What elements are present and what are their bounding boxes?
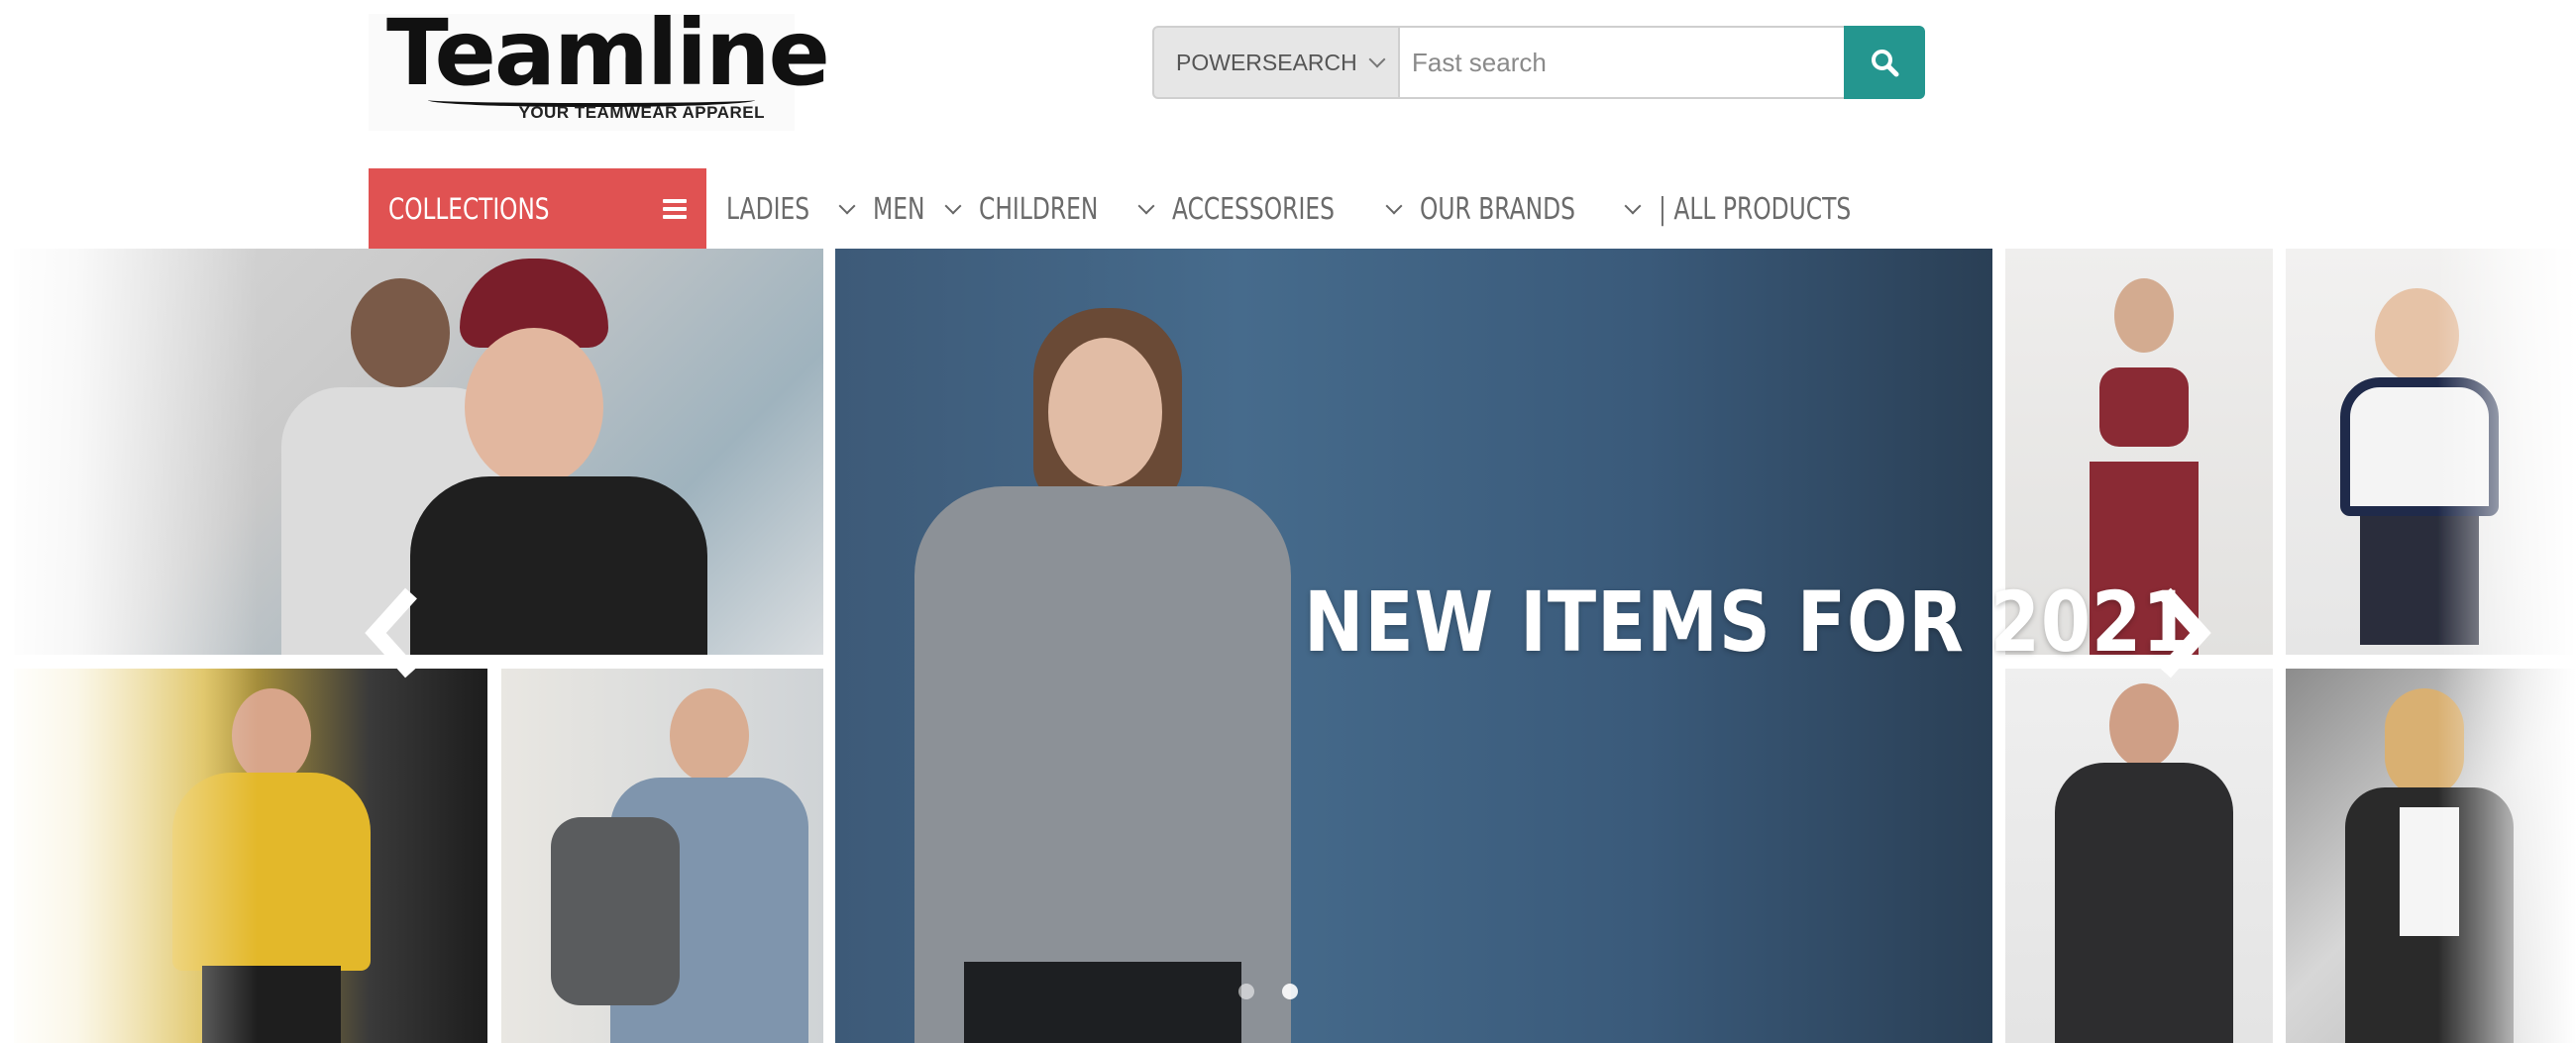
nav-item-children[interactable]: CHILDREN [979, 191, 1155, 227]
hamburger-icon [663, 199, 687, 219]
nav-item-all-products[interactable]: | ALL PRODUCTS [1659, 192, 1905, 227]
search-icon [1872, 50, 1899, 77]
chevron-down-icon [1137, 197, 1155, 215]
search-input[interactable] [1400, 26, 1844, 99]
chevron-down-icon [1624, 197, 1642, 215]
fade-overlay-left [0, 249, 258, 1043]
figure-trousers [964, 962, 1241, 1043]
figure-head [351, 278, 450, 387]
nav-menu: LADIES MEN CHILDREN ACCESSORIES OUR BRAN… [726, 192, 1925, 227]
chevron-left-icon [365, 587, 417, 678]
main-nav: COLLECTIONS LADIES MEN CHILDREN ACCESSOR… [369, 168, 1925, 250]
nav-item-label: OUR BRANDS [1419, 191, 1575, 227]
figure-jacket [2055, 763, 2233, 1043]
search-bar: POWERSEARCH [1152, 26, 1925, 99]
chevron-down-icon [1368, 51, 1386, 68]
slider-dot[interactable] [1238, 984, 1254, 999]
powersearch-dropdown[interactable]: POWERSEARCH [1152, 26, 1400, 99]
slider-next-button[interactable] [2148, 583, 2217, 682]
figure-head [465, 328, 603, 486]
nav-item-label: LADIES [726, 191, 810, 227]
nav-item-label: ACCESSORIES [1171, 191, 1335, 227]
slider-dot-active[interactable] [1282, 984, 1298, 999]
nav-item-our-brands[interactable]: OUR BRANDS [1419, 191, 1642, 227]
nav-item-label: | ALL PRODUCTS [1659, 191, 1852, 227]
logo-wordmark: Teamline [386, 0, 830, 106]
nav-item-label: MEN [872, 191, 925, 227]
chevron-right-icon [2159, 587, 2211, 678]
figure-head [670, 688, 749, 782]
collections-label: COLLECTIONS [388, 192, 550, 226]
chevron-down-icon [838, 197, 856, 215]
figure-head [1048, 338, 1162, 486]
figure-head [2109, 683, 2179, 768]
collections-button[interactable]: COLLECTIONS [369, 168, 706, 250]
fade-overlay-right [2437, 249, 2576, 1043]
nav-item-ladies[interactable]: LADIES [726, 191, 856, 227]
logo-tagline: YOUR TEAMWEAR APPAREL [518, 103, 765, 122]
nav-item-accessories[interactable]: ACCESSORIES [1171, 191, 1403, 227]
slider-dots [1238, 984, 1298, 999]
page: Teamline YOUR TEAMWEAR APPAREL POWERSEAR… [0, 0, 2576, 1043]
figure-backpack [551, 817, 680, 1005]
search-button[interactable] [1844, 26, 1925, 99]
chevron-down-icon [1385, 197, 1403, 215]
hero-slider[interactable]: NEW ITEMS FOR 2021 [0, 249, 2576, 1043]
nav-item-label: CHILDREN [979, 191, 1099, 227]
figure-top [2099, 367, 2189, 447]
figure-jacket [410, 476, 707, 655]
banner-image-padded-jacket[interactable] [2005, 669, 2273, 1043]
banner-title: NEW ITEMS FOR 2021 [1304, 574, 2194, 671]
banner-image-backpack[interactable] [501, 669, 823, 1043]
powersearch-label: POWERSEARCH [1176, 49, 1357, 75]
chevron-down-icon [944, 197, 962, 215]
nav-item-men[interactable]: MEN [872, 191, 962, 227]
figure-head [2114, 278, 2174, 353]
figure-shirt [914, 486, 1291, 1043]
logo[interactable]: Teamline YOUR TEAMWEAR APPAREL [369, 8, 830, 131]
slider-prev-button[interactable] [359, 583, 428, 682]
